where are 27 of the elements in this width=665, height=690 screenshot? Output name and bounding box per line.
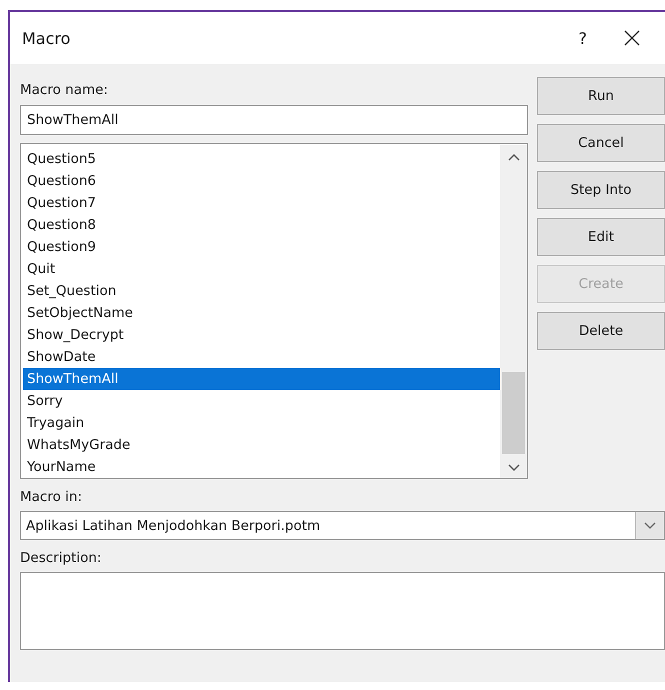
macro-list-item[interactable]: Question6	[23, 170, 500, 192]
macro-list-item[interactable]: Sorry	[23, 390, 500, 412]
dialog-button[interactable]: Delete	[537, 312, 665, 350]
macro-list-item[interactable]: Question7	[23, 192, 500, 214]
macro-list-item[interactable]: Question9	[23, 236, 500, 258]
dialog-button[interactable]: Step Into	[537, 171, 665, 209]
macro-list-item[interactable]: Set_Question	[23, 280, 500, 302]
macro-list-item[interactable]: Question5	[23, 148, 500, 170]
macro-list-item[interactable]: Question8	[23, 214, 500, 236]
macro-name-label: Macro name:	[20, 81, 108, 100]
macro-in-dropdown[interactable]: Aplikasi Latihan Menjodohkan Berpori.potm	[20, 511, 665, 540]
help-button[interactable]: ?	[578, 28, 587, 48]
macro-list-item[interactable]: Tryagain	[23, 412, 500, 434]
macro-list-item[interactable]: Show_Decrypt	[23, 324, 500, 346]
macro-list-item[interactable]: ShowDate	[23, 346, 500, 368]
description-label: Description:	[20, 549, 102, 568]
dialog-button[interactable]: Run	[537, 77, 665, 115]
dialog-button[interactable]: Edit	[537, 218, 665, 256]
macro-in-label: Macro in:	[20, 488, 82, 507]
macro-list-item[interactable]: ShowThemAll	[23, 368, 500, 390]
macro-list-item[interactable]: WhatsMyGrade	[23, 434, 500, 456]
dialog-button[interactable]: Cancel	[537, 124, 665, 162]
window-title: Macro	[22, 28, 72, 48]
macro-list-item[interactable]: Quit	[23, 258, 500, 280]
macro-list-item[interactable]: SetObjectName	[23, 302, 500, 324]
macro-name-field[interactable]: ShowThemAll	[20, 105, 528, 135]
macro-list-item[interactable]: YourName	[23, 456, 500, 478]
